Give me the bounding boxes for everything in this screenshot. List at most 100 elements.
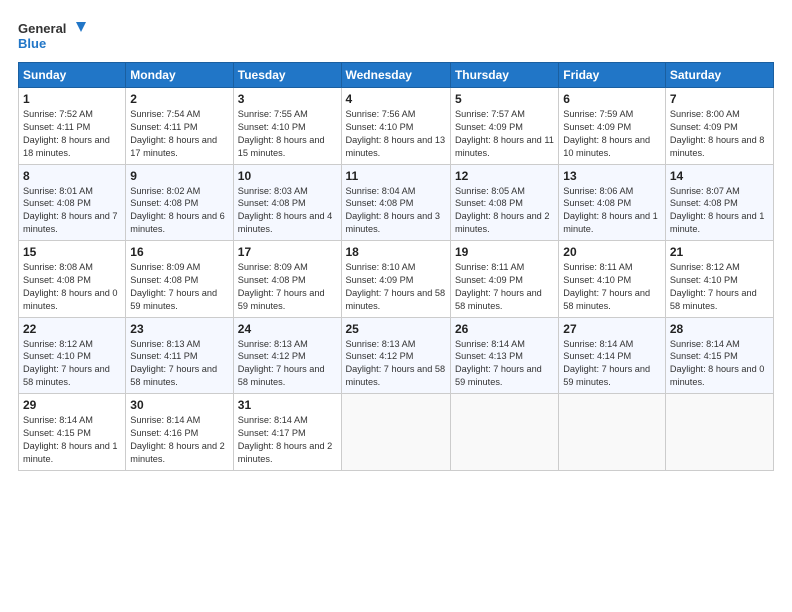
calendar-cell: 8 Sunrise: 8:01 AMSunset: 4:08 PMDayligh… [19,164,126,241]
svg-text:General: General [18,21,66,36]
day-number: 1 [23,92,121,106]
day-info: Sunrise: 7:57 AMSunset: 4:09 PMDaylight:… [455,109,554,158]
day-info: Sunrise: 8:11 AMSunset: 4:10 PMDaylight:… [563,262,650,311]
day-number: 15 [23,245,121,259]
day-number: 4 [346,92,446,106]
day-info: Sunrise: 8:06 AMSunset: 4:08 PMDaylight:… [563,186,658,235]
day-number: 11 [346,169,446,183]
calendar-cell: 27 Sunrise: 8:14 AMSunset: 4:14 PMDaylig… [559,317,666,394]
calendar-cell: 14 Sunrise: 8:07 AMSunset: 4:08 PMDaylig… [665,164,773,241]
day-info: Sunrise: 8:09 AMSunset: 4:08 PMDaylight:… [238,262,325,311]
calendar-cell: 25 Sunrise: 8:13 AMSunset: 4:12 PMDaylig… [341,317,450,394]
day-info: Sunrise: 8:02 AMSunset: 4:08 PMDaylight:… [130,186,225,235]
col-friday: Friday [559,63,666,88]
day-info: Sunrise: 8:14 AMSunset: 4:14 PMDaylight:… [563,339,650,388]
col-wednesday: Wednesday [341,63,450,88]
calendar-cell: 22 Sunrise: 8:12 AMSunset: 4:10 PMDaylig… [19,317,126,394]
day-number: 16 [130,245,228,259]
day-number: 14 [670,169,769,183]
svg-text:Blue: Blue [18,36,46,51]
calendar-cell: 12 Sunrise: 8:05 AMSunset: 4:08 PMDaylig… [450,164,558,241]
calendar-header-row: Sunday Monday Tuesday Wednesday Thursday… [19,63,774,88]
calendar-cell: 21 Sunrise: 8:12 AMSunset: 4:10 PMDaylig… [665,241,773,318]
header: General Blue [18,18,774,54]
calendar-cell: 2 Sunrise: 7:54 AMSunset: 4:11 PMDayligh… [126,88,233,165]
calendar-cell [450,394,558,471]
calendar-cell: 4 Sunrise: 7:56 AMSunset: 4:10 PMDayligh… [341,88,450,165]
day-info: Sunrise: 8:07 AMSunset: 4:08 PMDaylight:… [670,186,765,235]
calendar-cell: 30 Sunrise: 8:14 AMSunset: 4:16 PMDaylig… [126,394,233,471]
col-saturday: Saturday [665,63,773,88]
day-number: 9 [130,169,228,183]
day-info: Sunrise: 8:12 AMSunset: 4:10 PMDaylight:… [23,339,110,388]
calendar-week-row: 22 Sunrise: 8:12 AMSunset: 4:10 PMDaylig… [19,317,774,394]
day-info: Sunrise: 8:13 AMSunset: 4:12 PMDaylight:… [346,339,446,388]
day-number: 30 [130,398,228,412]
calendar-cell: 29 Sunrise: 8:14 AMSunset: 4:15 PMDaylig… [19,394,126,471]
calendar-cell: 20 Sunrise: 8:11 AMSunset: 4:10 PMDaylig… [559,241,666,318]
day-number: 21 [670,245,769,259]
day-number: 26 [455,322,554,336]
day-number: 23 [130,322,228,336]
day-info: Sunrise: 8:11 AMSunset: 4:09 PMDaylight:… [455,262,542,311]
day-number: 25 [346,322,446,336]
day-info: Sunrise: 8:14 AMSunset: 4:16 PMDaylight:… [130,415,225,464]
calendar-week-row: 8 Sunrise: 8:01 AMSunset: 4:08 PMDayligh… [19,164,774,241]
calendar-cell: 6 Sunrise: 7:59 AMSunset: 4:09 PMDayligh… [559,88,666,165]
day-info: Sunrise: 8:14 AMSunset: 4:13 PMDaylight:… [455,339,542,388]
day-info: Sunrise: 8:14 AMSunset: 4:17 PMDaylight:… [238,415,333,464]
day-info: Sunrise: 8:00 AMSunset: 4:09 PMDaylight:… [670,109,765,158]
day-number: 18 [346,245,446,259]
day-number: 24 [238,322,337,336]
calendar-cell [559,394,666,471]
calendar-cell: 10 Sunrise: 8:03 AMSunset: 4:08 PMDaylig… [233,164,341,241]
calendar-week-row: 1 Sunrise: 7:52 AMSunset: 4:11 PMDayligh… [19,88,774,165]
calendar-cell: 15 Sunrise: 8:08 AMSunset: 4:08 PMDaylig… [19,241,126,318]
day-info: Sunrise: 7:59 AMSunset: 4:09 PMDaylight:… [563,109,650,158]
day-info: Sunrise: 8:10 AMSunset: 4:09 PMDaylight:… [346,262,446,311]
col-sunday: Sunday [19,63,126,88]
calendar-cell: 23 Sunrise: 8:13 AMSunset: 4:11 PMDaylig… [126,317,233,394]
day-info: Sunrise: 8:04 AMSunset: 4:08 PMDaylight:… [346,186,441,235]
day-number: 22 [23,322,121,336]
day-info: Sunrise: 8:05 AMSunset: 4:08 PMDaylight:… [455,186,550,235]
day-info: Sunrise: 8:01 AMSunset: 4:08 PMDaylight:… [23,186,118,235]
calendar-cell: 24 Sunrise: 8:13 AMSunset: 4:12 PMDaylig… [233,317,341,394]
day-info: Sunrise: 8:09 AMSunset: 4:08 PMDaylight:… [130,262,217,311]
day-info: Sunrise: 8:13 AMSunset: 4:11 PMDaylight:… [130,339,217,388]
day-info: Sunrise: 8:14 AMSunset: 4:15 PMDaylight:… [670,339,765,388]
logo: General Blue [18,18,88,54]
calendar-cell: 13 Sunrise: 8:06 AMSunset: 4:08 PMDaylig… [559,164,666,241]
day-number: 17 [238,245,337,259]
calendar-cell: 3 Sunrise: 7:55 AMSunset: 4:10 PMDayligh… [233,88,341,165]
calendar-cell [341,394,450,471]
col-tuesday: Tuesday [233,63,341,88]
col-monday: Monday [126,63,233,88]
calendar-cell: 26 Sunrise: 8:14 AMSunset: 4:13 PMDaylig… [450,317,558,394]
day-number: 28 [670,322,769,336]
day-number: 13 [563,169,661,183]
calendar-week-row: 29 Sunrise: 8:14 AMSunset: 4:15 PMDaylig… [19,394,774,471]
day-number: 29 [23,398,121,412]
day-number: 7 [670,92,769,106]
day-info: Sunrise: 7:56 AMSunset: 4:10 PMDaylight:… [346,109,446,158]
day-info: Sunrise: 8:14 AMSunset: 4:15 PMDaylight:… [23,415,118,464]
day-info: Sunrise: 7:52 AMSunset: 4:11 PMDaylight:… [23,109,110,158]
day-number: 2 [130,92,228,106]
calendar-cell: 19 Sunrise: 8:11 AMSunset: 4:09 PMDaylig… [450,241,558,318]
day-number: 10 [238,169,337,183]
calendar-cell: 1 Sunrise: 7:52 AMSunset: 4:11 PMDayligh… [19,88,126,165]
calendar-table: Sunday Monday Tuesday Wednesday Thursday… [18,62,774,471]
day-info: Sunrise: 8:13 AMSunset: 4:12 PMDaylight:… [238,339,325,388]
calendar-cell: 18 Sunrise: 8:10 AMSunset: 4:09 PMDaylig… [341,241,450,318]
calendar-cell: 11 Sunrise: 8:04 AMSunset: 4:08 PMDaylig… [341,164,450,241]
day-number: 20 [563,245,661,259]
calendar-week-row: 15 Sunrise: 8:08 AMSunset: 4:08 PMDaylig… [19,241,774,318]
calendar-cell: 17 Sunrise: 8:09 AMSunset: 4:08 PMDaylig… [233,241,341,318]
day-info: Sunrise: 8:03 AMSunset: 4:08 PMDaylight:… [238,186,333,235]
day-number: 8 [23,169,121,183]
calendar-cell: 31 Sunrise: 8:14 AMSunset: 4:17 PMDaylig… [233,394,341,471]
page: General Blue Sunday Monday Tuesday Wedne… [0,0,792,612]
calendar-cell: 5 Sunrise: 7:57 AMSunset: 4:09 PMDayligh… [450,88,558,165]
calendar-cell: 16 Sunrise: 8:09 AMSunset: 4:08 PMDaylig… [126,241,233,318]
